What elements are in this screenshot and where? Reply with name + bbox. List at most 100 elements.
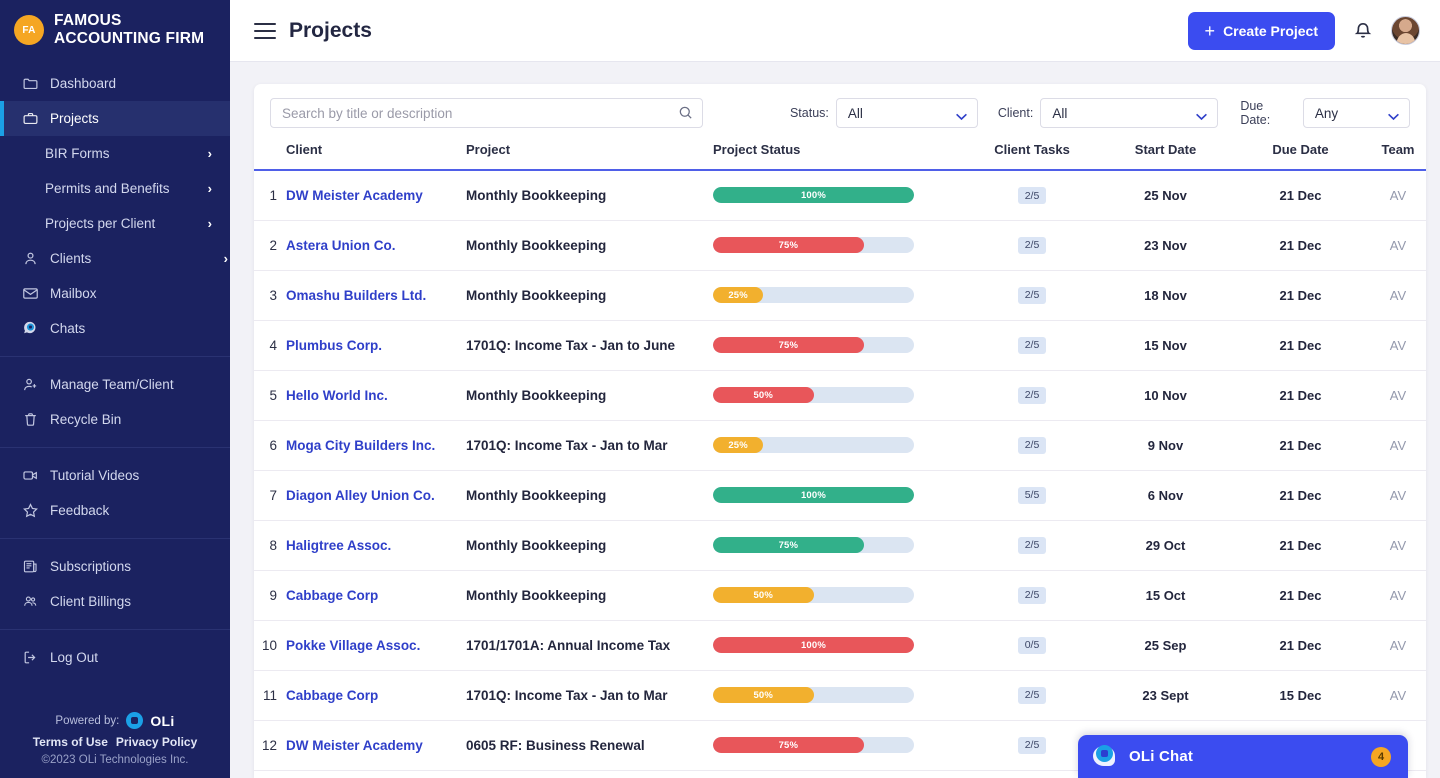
- table-row[interactable]: 1 DW Meister Academy Monthly Bookkeeping 10…: [254, 170, 1426, 221]
- row-index: 10: [254, 620, 286, 671]
- team-initials: AV: [1389, 387, 1407, 403]
- client-tasks-badge: 2/5: [1017, 187, 1047, 204]
- client-tasks-badge: 2/5: [1017, 236, 1047, 254]
- sidebar-item-mailbox[interactable]: Mailbox: [0, 276, 230, 311]
- client-link[interactable]: Pokke Village Assoc.: [286, 638, 420, 653]
- team-initials: AV: [1389, 437, 1407, 453]
- sidebar-item-label: Mailbox: [50, 286, 97, 301]
- client-link[interactable]: DW Meister Academy: [286, 188, 423, 203]
- project-name: 1701/1701A: Annual Income Tax: [466, 637, 671, 653]
- table-row[interactable]: 10 Pokke Village Assoc. 1701/1701A: Annual…: [254, 620, 1426, 671]
- due-date: 21 Dec: [1279, 537, 1322, 553]
- client-link[interactable]: Moga City Builders Inc.: [286, 438, 435, 453]
- table-row[interactable]: 9 Cabbage Corp Monthly Bookkeeping 50% 2/5 15…: [254, 570, 1426, 621]
- project-name: Monthly Bookkeeping: [466, 387, 607, 403]
- column-header-client-tasks[interactable]: Client Tasks: [971, 140, 1093, 171]
- sidebar-item-projects[interactable]: Projects: [0, 101, 230, 136]
- column-header-due-date[interactable]: Due Date: [1238, 140, 1363, 171]
- progress-bar: 100%: [713, 187, 914, 204]
- client-link[interactable]: Cabbage Corp: [286, 688, 378, 703]
- client-link[interactable]: Cabbage Corp: [286, 588, 378, 603]
- column-header-project-status[interactable]: Project Status: [713, 140, 971, 171]
- team-initials: AV: [1389, 687, 1407, 703]
- sidebar-item-feedback[interactable]: Feedback: [0, 493, 230, 528]
- search-input[interactable]: [270, 98, 703, 128]
- client-tasks-badge: 2/5: [1017, 336, 1047, 354]
- table-row[interactable]: 5 Hello World Inc. Monthly Bookkeeping 50% 2…: [254, 370, 1426, 421]
- sidebar-item-tutorial-videos[interactable]: Tutorial Videos: [0, 458, 230, 493]
- progress-bar-fill: 100%: [713, 487, 914, 503]
- user-plus-icon: [22, 376, 39, 393]
- progress-bar: 75%: [713, 337, 914, 353]
- table-row[interactable]: 2 Astera Union Co. Monthly Bookkeeping 75% 2…: [254, 220, 1426, 271]
- sidebar-item-recycle-bin[interactable]: Recycle Bin: [0, 402, 230, 437]
- progress-bar-fill: 75%: [713, 537, 864, 553]
- project-name: 0605 RF: Business Renewal: [466, 737, 645, 753]
- brand-logo: FA: [14, 15, 44, 45]
- client-link[interactable]: Haligtree Assoc.: [286, 538, 391, 553]
- team-initials: AV: [1389, 637, 1407, 653]
- sidebar-item-log-out[interactable]: Log Out: [0, 640, 230, 675]
- progress-label: 75%: [778, 539, 799, 551]
- oli-chat-widget[interactable]: OLi Chat 4: [1078, 735, 1408, 778]
- client-tasks-badge: 2/5: [1017, 736, 1047, 754]
- chevron-right-icon: ›: [207, 146, 212, 161]
- team-initials: AV: [1389, 337, 1407, 353]
- table-row[interactable]: 3 Omashu Builders Ltd. Monthly Bookkeeping…: [254, 270, 1426, 321]
- table-row[interactable]: 8 Haligtree Assoc. Monthly Bookkeeping 75% 2…: [254, 520, 1426, 571]
- client-link[interactable]: Hello World Inc.: [286, 388, 388, 403]
- client-link[interactable]: DW Meister Academy: [286, 738, 423, 753]
- table-row[interactable]: 7 Diagon Alley Union Co. Monthly Bookkeepi…: [254, 470, 1426, 521]
- client-link[interactable]: Diagon Alley Union Co.: [286, 488, 435, 503]
- client-link[interactable]: Plumbus Corp.: [286, 338, 382, 353]
- sidebar-item-label: BIR Forms: [45, 146, 110, 161]
- sidebar-item-client-billings[interactable]: Client Billings: [0, 584, 230, 619]
- sidebar-divider-1: [0, 356, 230, 357]
- progress-bar: 25%: [713, 287, 914, 303]
- sidebar-item-bir-forms[interactable]: BIR Forms ›: [0, 136, 230, 171]
- sidebar-divider-2: [0, 447, 230, 448]
- sidebar-item-permits-and-benefits[interactable]: Permits and Benefits ›: [0, 171, 230, 206]
- brand[interactable]: FA FAMOUS ACCOUNTING FIRM: [0, 0, 230, 62]
- search-icon[interactable]: [677, 104, 694, 121]
- star-icon: [22, 502, 39, 519]
- create-project-button[interactable]: + Create Project: [1187, 11, 1335, 50]
- team-initials: AV: [1389, 187, 1407, 203]
- copyright: ©2023 OLi Technologies Inc.: [41, 754, 189, 766]
- bell-icon[interactable]: [1352, 20, 1374, 42]
- client-select[interactable]: All: [1040, 98, 1219, 128]
- column-header-team[interactable]: Team: [1363, 140, 1426, 171]
- oli-chat-badge: 4: [1371, 746, 1391, 767]
- row-index: 11: [254, 670, 286, 721]
- table-row[interactable]: 6 Moga City Builders Inc. 1701Q: Income Ta…: [254, 420, 1426, 471]
- column-header-client[interactable]: Client: [286, 140, 466, 171]
- sidebar-item-projects-per-client[interactable]: Projects per Client ›: [0, 206, 230, 241]
- chevron-down-icon: [1387, 109, 1400, 121]
- sidebar-item-manage-team-client[interactable]: Manage Team/Client: [0, 367, 230, 402]
- sidebar-item-clients[interactable]: Clients ›: [0, 241, 230, 276]
- progress-label: 75%: [778, 739, 799, 751]
- client-link[interactable]: Omashu Builders Ltd.: [286, 288, 426, 303]
- avatar[interactable]: [1391, 16, 1420, 45]
- project-name: Monthly Bookkeeping: [466, 487, 607, 503]
- sidebar-item-label: Tutorial Videos: [50, 468, 140, 483]
- client-link[interactable]: Astera Union Co.: [286, 238, 396, 253]
- sidebar-item-dashboard[interactable]: Dashboard: [0, 66, 230, 101]
- privacy-policy-link[interactable]: Privacy Policy: [116, 735, 197, 749]
- sidebar-nav: Dashboard Projects BIR Forms › Permits a…: [0, 66, 230, 675]
- table-row[interactable]: 11 Cabbage Corp 1701Q: Income Tax - Jan to…: [254, 670, 1426, 721]
- column-header-start-date[interactable]: Start Date: [1093, 140, 1238, 171]
- terms-of-use-link[interactable]: Terms of Use: [33, 735, 108, 749]
- due-date-select[interactable]: Any: [1302, 98, 1410, 128]
- sidebar-item-chats[interactable]: Chats: [0, 311, 230, 346]
- briefcase-icon: [22, 110, 39, 127]
- hamburger-icon[interactable]: [254, 22, 276, 39]
- status-select[interactable]: All: [835, 98, 978, 128]
- row-index: 8: [254, 520, 286, 571]
- column-header-project[interactable]: Project: [466, 140, 713, 171]
- chat-icon: [22, 320, 39, 337]
- app-root: FA FAMOUS ACCOUNTING FIRM Dashboard Proj…: [0, 0, 1440, 778]
- table-row[interactable]: 4 Plumbus Corp. 1701Q: Income Tax - Jan to…: [254, 320, 1426, 371]
- sidebar-item-subscriptions[interactable]: Subscriptions: [0, 549, 230, 584]
- sidebar-item-label: Recycle Bin: [50, 412, 122, 427]
